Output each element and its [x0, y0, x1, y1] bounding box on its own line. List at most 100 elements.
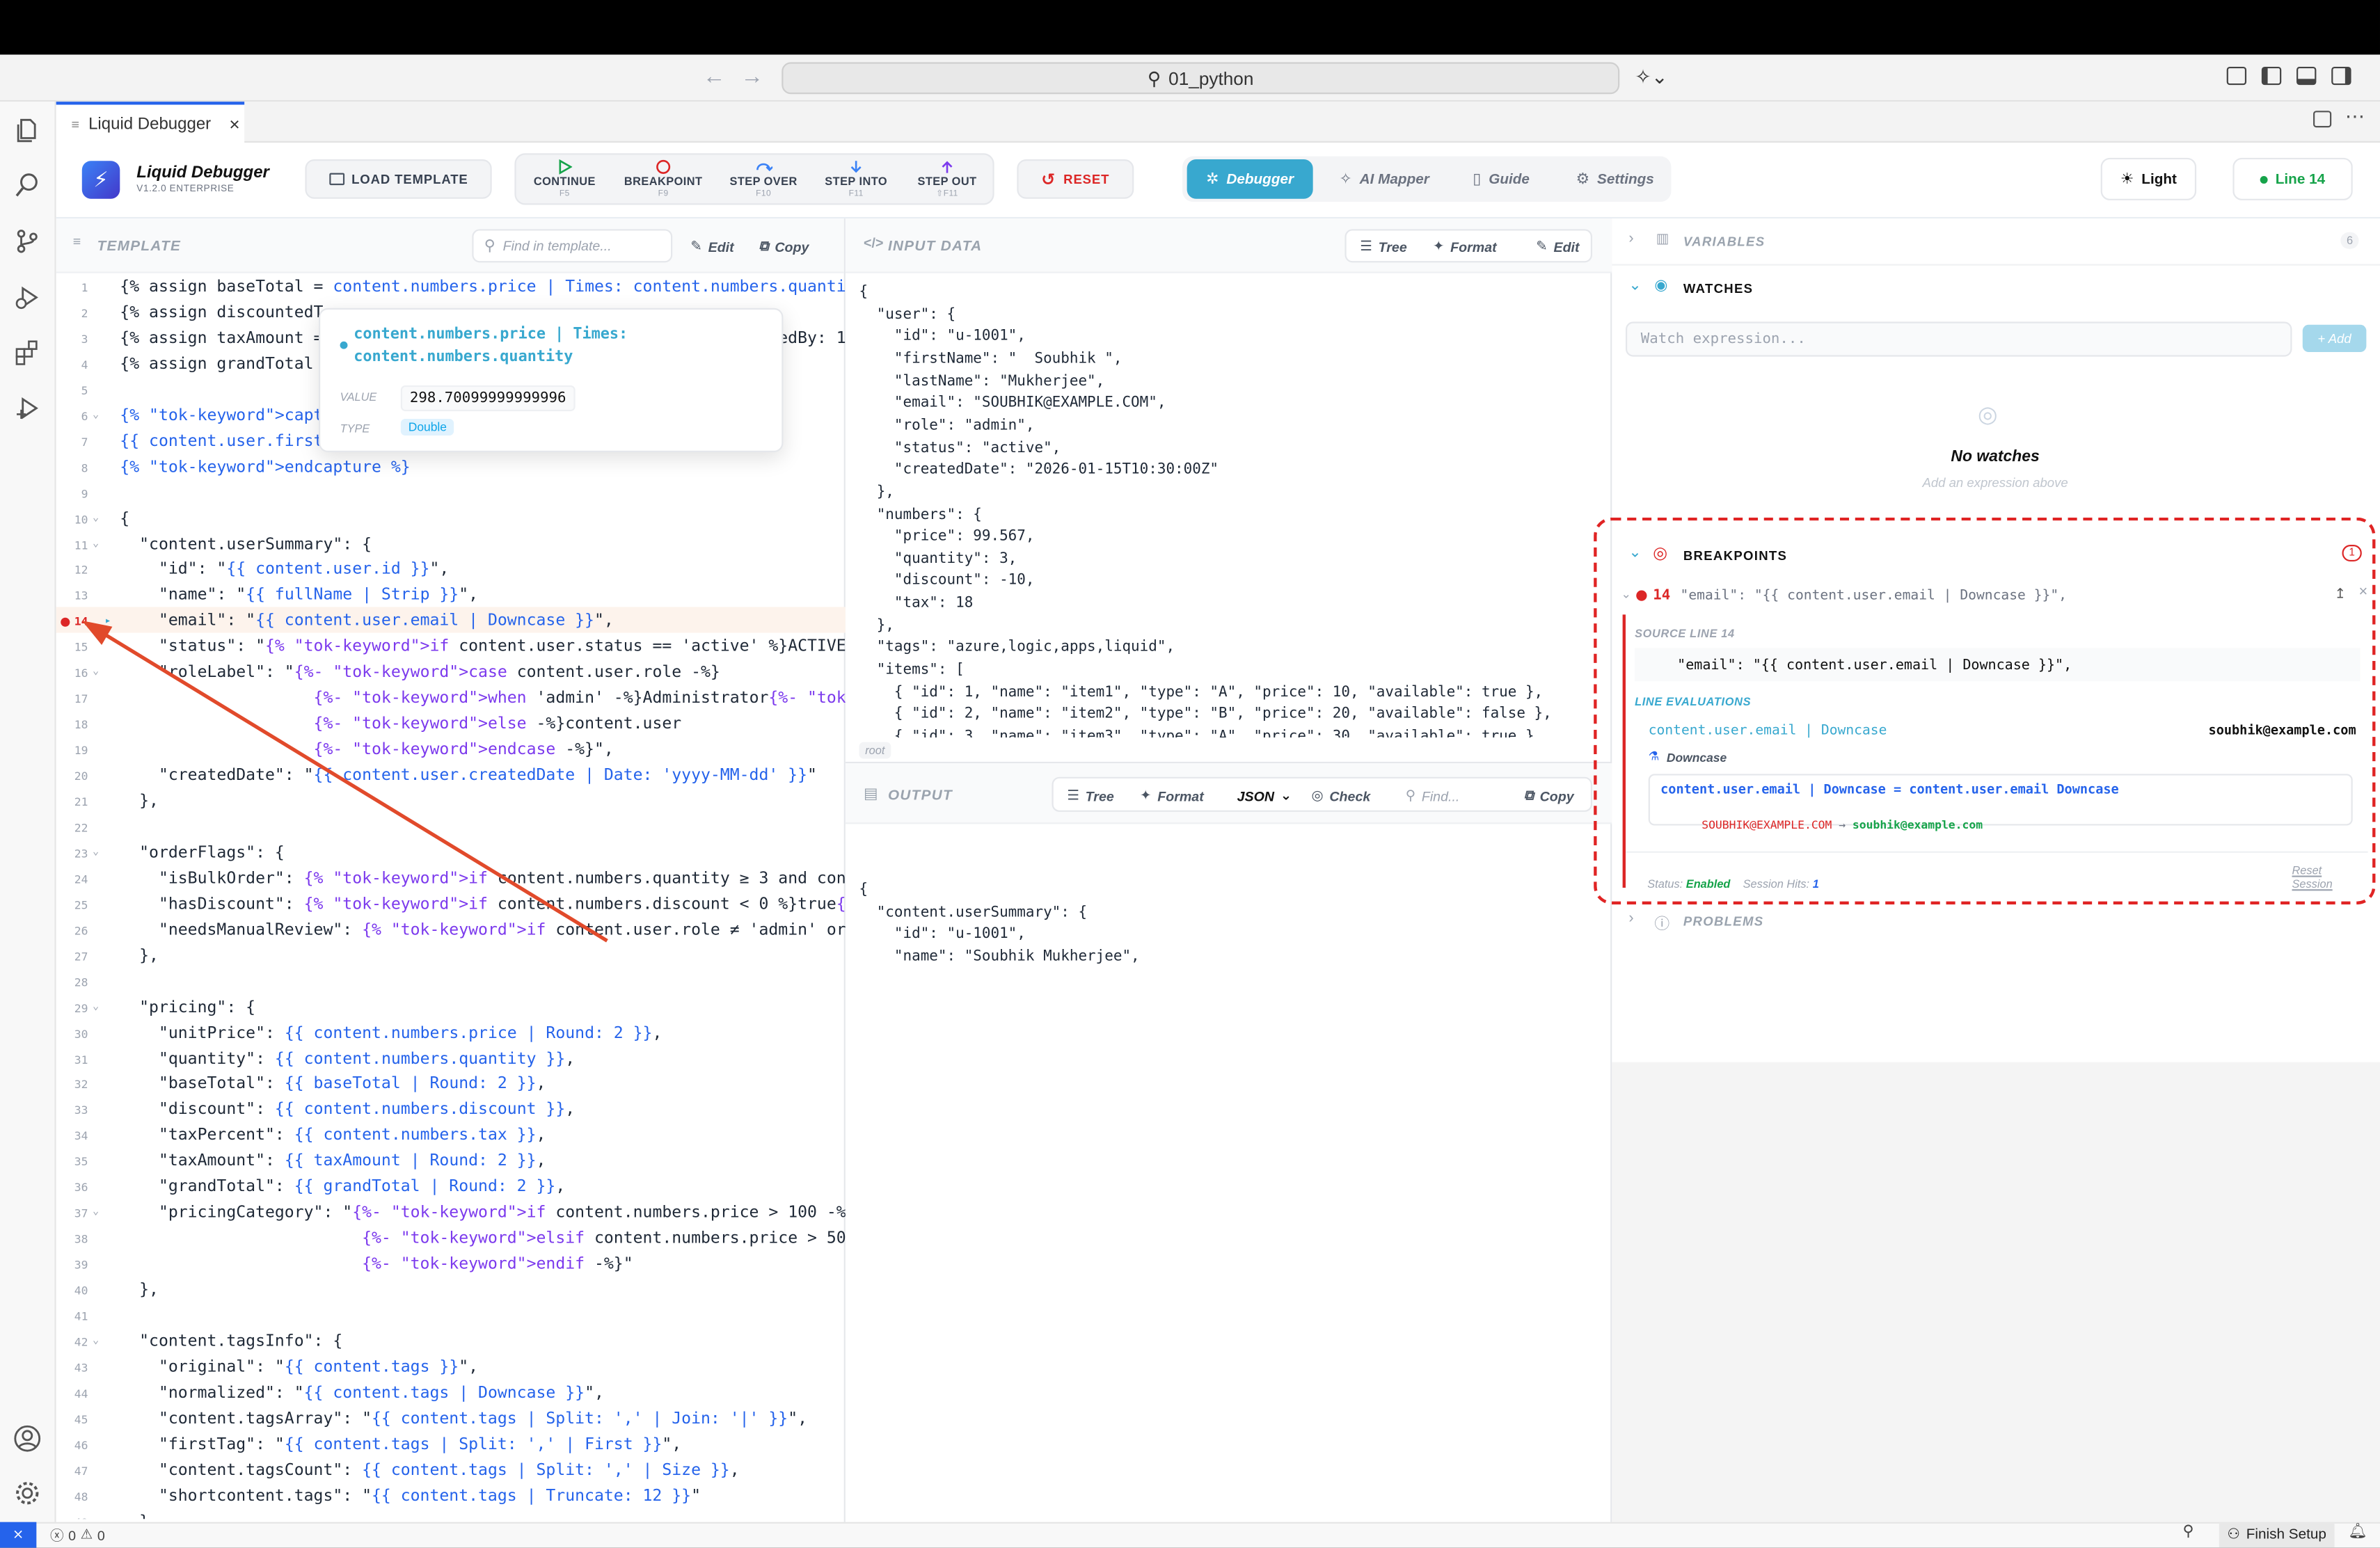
- chevron-down-icon[interactable]: ⌄: [1628, 545, 1641, 561]
- line-number[interactable]: 47: [56, 1458, 88, 1483]
- zoom-icon[interactable]: ⚲: [2182, 1524, 2193, 1540]
- line-number[interactable]: 34: [56, 1124, 88, 1149]
- load-template-button[interactable]: LOAD TEMPLATE: [305, 159, 492, 199]
- line-number[interactable]: 2: [56, 301, 88, 326]
- line-number[interactable]: 39: [56, 1252, 88, 1278]
- back-arrow-icon[interactable]: ←: [703, 64, 726, 90]
- line-number[interactable]: 7: [56, 429, 88, 455]
- extensions-icon[interactable]: [14, 340, 41, 367]
- toggle-primary-sidebar-icon[interactable]: [2261, 66, 2282, 86]
- fold-chevron-icon[interactable]: ⌄: [93, 506, 99, 529]
- layout-toggle-icons[interactable]: [2226, 66, 2351, 86]
- command-center-search[interactable]: ⚲ 01_python: [782, 62, 1620, 95]
- line-number[interactable]: 1: [56, 275, 88, 301]
- line-number[interactable]: 45: [56, 1406, 88, 1432]
- output-json-view[interactable]: { "content.userSummary": { "id": "u-1001…: [846, 880, 1610, 1062]
- more-actions-icon[interactable]: ⋯: [2345, 104, 2365, 129]
- output-find-input[interactable]: ⚲ Find...: [1406, 788, 1460, 804]
- tab-ai-mapper[interactable]: ✧ AI Mapper: [1328, 159, 1440, 199]
- accounts-icon[interactable]: [14, 1425, 41, 1452]
- line-number[interactable]: 8: [56, 455, 88, 481]
- finish-setup-button[interactable]: ⚇ Finish Setup: [2219, 1522, 2335, 1548]
- line-number[interactable]: 4: [56, 352, 88, 378]
- fold-chevron-icon[interactable]: ⌄: [93, 532, 99, 554]
- line-number[interactable]: 46: [56, 1432, 88, 1458]
- line-number[interactable]: 32: [56, 1072, 88, 1098]
- run-and-debug-icon[interactable]: [14, 284, 41, 311]
- template-search-input[interactable]: ⚲ Find in template...: [472, 229, 673, 263]
- line-number[interactable]: 48: [56, 1483, 88, 1509]
- breakpoint-code[interactable]: "email": "{{ content.user.email | Downca…: [1680, 589, 2066, 604]
- tab-guide[interactable]: ▯ Guide: [1457, 159, 1546, 199]
- template-copy-button[interactable]: ⧉ Copy: [759, 238, 809, 255]
- output-tree-button[interactable]: ☰ Tree: [1067, 788, 1113, 804]
- remote-indicator[interactable]: ⨯: [0, 1522, 37, 1548]
- line-number[interactable]: 13: [56, 583, 88, 609]
- fold-chevron-icon[interactable]: ⌄: [93, 1330, 99, 1352]
- copilot-icon[interactable]: ✧⌄: [1635, 65, 1668, 90]
- toggle-secondary-sidebar-icon[interactable]: [2331, 66, 2351, 86]
- search-icon[interactable]: [14, 171, 41, 198]
- input-json-view[interactable]: { "user": { "id": "u-1001", "firstName":…: [846, 282, 1610, 737]
- reset-button[interactable]: ↺ RESET: [1017, 159, 1134, 199]
- line-number[interactable]: 6: [56, 404, 88, 429]
- problems-status[interactable]: ⓧ 0 ⚠ 0: [50, 1525, 105, 1545]
- line-number[interactable]: 35: [56, 1149, 88, 1175]
- line-number[interactable]: 44: [56, 1380, 88, 1406]
- breakpoints-section-title[interactable]: BREAKPOINTS: [1683, 548, 1787, 563]
- line-number[interactable]: 28: [56, 969, 88, 995]
- theme-toggle-button[interactable]: ☀ Light: [2100, 157, 2197, 200]
- chevron-right-icon[interactable]: ›: [1628, 231, 1633, 248]
- output-format-select[interactable]: JSON ⌄: [1237, 788, 1292, 804]
- source-control-icon[interactable]: [14, 228, 41, 255]
- fold-chevron-icon[interactable]: ⌄: [93, 1201, 99, 1224]
- pin-icon[interactable]: ↥: [2335, 586, 2346, 603]
- chevron-down-icon[interactable]: ⌄: [1621, 587, 1631, 601]
- tab-settings[interactable]: ⚙ Settings: [1564, 159, 1667, 199]
- line-number[interactable]: 40: [56, 1278, 88, 1304]
- chevron-right-icon[interactable]: ›: [1628, 911, 1633, 927]
- settings-gear-icon[interactable]: [14, 1480, 41, 1507]
- continue-button[interactable]: CONTINUE F5: [521, 157, 609, 202]
- reset-session-link[interactable]: Reset Session: [2292, 863, 2365, 891]
- input-format-button[interactable]: ✦ Format: [1433, 238, 1497, 255]
- forward-arrow-icon[interactable]: →: [740, 64, 763, 90]
- input-edit-button[interactable]: ✎ Edit: [1536, 238, 1579, 255]
- template-edit-button[interactable]: ✎ Edit: [690, 238, 733, 255]
- tab-debugger[interactable]: ✲ Debugger: [1187, 159, 1313, 199]
- problems-section-title[interactable]: PROBLEMS: [1683, 913, 1764, 929]
- chevron-down-icon[interactable]: ⌄: [1628, 278, 1641, 294]
- explorer-icon[interactable]: [14, 117, 41, 144]
- line-number[interactable]: 30: [56, 1021, 88, 1046]
- line-number[interactable]: 29: [56, 995, 88, 1021]
- toggle-panel-icon[interactable]: [2296, 66, 2317, 86]
- liquid-debugger-activity-icon[interactable]: [14, 394, 41, 422]
- line-number[interactable]: 43: [56, 1355, 88, 1381]
- line-number[interactable]: 9: [56, 481, 88, 506]
- line-number[interactable]: 10: [56, 506, 88, 532]
- line-number[interactable]: 37: [56, 1201, 88, 1227]
- step-out-button[interactable]: STEP OUT ⇧F11: [905, 157, 990, 202]
- customize-layout-icon[interactable]: [2226, 66, 2247, 86]
- line-number[interactable]: 12: [56, 557, 88, 583]
- step-over-button[interactable]: STEP OVER F10: [720, 157, 808, 202]
- variables-section-title[interactable]: VARIABLES: [1683, 234, 1766, 249]
- step-into-button[interactable]: STEP INTO F11: [814, 157, 898, 202]
- line-number[interactable]: 36: [56, 1175, 88, 1201]
- fold-chevron-icon[interactable]: ⌄: [93, 995, 99, 1018]
- input-tree-button[interactable]: ☰ Tree: [1360, 238, 1406, 255]
- line-number[interactable]: 33: [56, 1098, 88, 1124]
- line-number[interactable]: 11: [56, 532, 88, 557]
- line-number[interactable]: 31: [56, 1046, 88, 1072]
- line-number[interactable]: 42: [56, 1330, 88, 1355]
- breakpoint-button[interactable]: BREAKPOINT F9: [618, 157, 709, 202]
- output-check-button[interactable]: ◎ Check: [1311, 788, 1370, 804]
- line-number[interactable]: 5: [56, 378, 88, 404]
- add-watch-button[interactable]: + Add: [2302, 324, 2367, 353]
- close-icon[interactable]: ×: [229, 113, 239, 134]
- watch-expression-input[interactable]: Watch expression...: [1625, 321, 2292, 357]
- line-number[interactable]: 41: [56, 1304, 88, 1330]
- remove-breakpoint-icon[interactable]: ×: [2358, 584, 2367, 601]
- output-copy-button[interactable]: ⧉ Copy: [1524, 788, 1574, 804]
- bell-icon[interactable]: 🔔︎: [2348, 1524, 2367, 1540]
